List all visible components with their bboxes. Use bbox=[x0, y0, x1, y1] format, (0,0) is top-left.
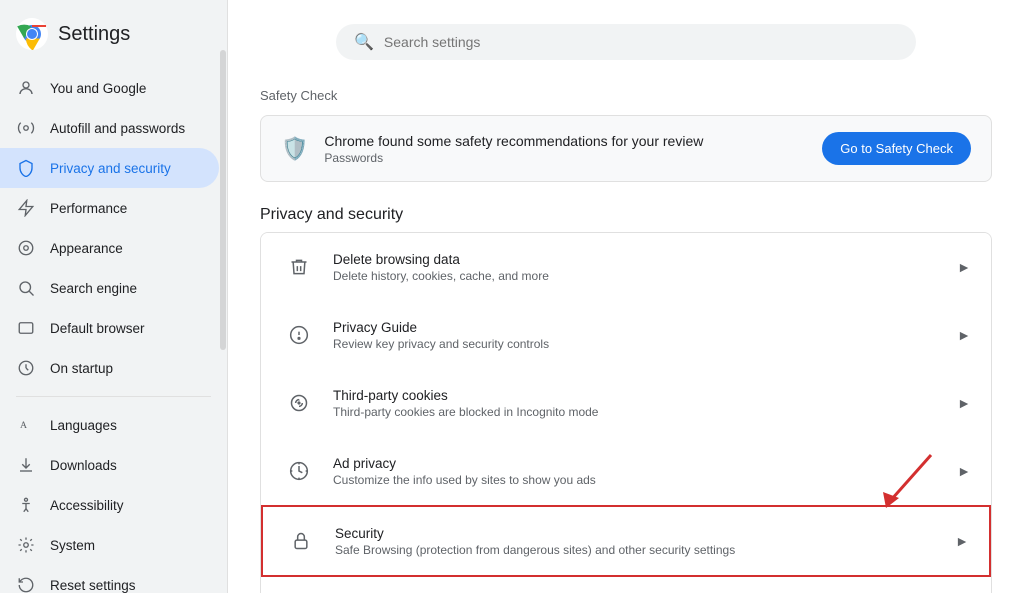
sidebar-label-default-browser: Default browser bbox=[50, 321, 145, 336]
row-text-ad-privacy: Ad privacy Customize the info used by sit… bbox=[333, 456, 949, 487]
app-title: Settings bbox=[58, 23, 130, 46]
sidebar-item-languages[interactable]: A Languages bbox=[0, 405, 219, 445]
row-icon-privacy-guide bbox=[281, 317, 317, 353]
sidebar-divider bbox=[16, 396, 211, 397]
settings-row-security[interactable]: Security Safe Browsing (protection from d… bbox=[261, 505, 991, 577]
sidebar-label-you-and-google: You and Google bbox=[50, 81, 146, 96]
settings-row-wrap-site-settings: Site settingsControls what information s… bbox=[261, 577, 991, 593]
sidebar-item-privacy[interactable]: Privacy and security bbox=[0, 148, 219, 188]
sidebar-icon-languages: A bbox=[16, 415, 36, 435]
sidebar-label-privacy: Privacy and security bbox=[50, 161, 171, 176]
row-desc-privacy-guide: Review key privacy and security controls bbox=[333, 337, 949, 351]
sidebar-icon-downloads bbox=[16, 455, 36, 475]
sidebar-items-container: You and Google Autofill and passwords Priv… bbox=[0, 68, 227, 593]
sidebar-label-languages: Languages bbox=[50, 418, 117, 433]
row-title-third-party-cookies: Third-party cookies bbox=[333, 388, 949, 403]
sidebar-icon-reset-settings bbox=[16, 575, 36, 593]
row-text-delete-browsing-data: Delete browsing data Delete history, cook… bbox=[333, 252, 949, 283]
main-content: 🔍 Safety Check 🛡️ Chrome found some safe… bbox=[228, 0, 1024, 593]
safety-check-label: Safety Check bbox=[260, 88, 992, 103]
sidebar-item-autofill[interactable]: Autofill and passwords bbox=[0, 108, 219, 148]
sidebar-label-reset-settings: Reset settings bbox=[50, 578, 136, 593]
row-desc-third-party-cookies: Third-party cookies are blocked in Incog… bbox=[333, 405, 949, 419]
sidebar-item-system[interactable]: System bbox=[0, 525, 219, 565]
row-title-privacy-guide: Privacy Guide bbox=[333, 320, 949, 335]
settings-row-privacy-guide[interactable]: Privacy Guide Review key privacy and secu… bbox=[261, 301, 991, 369]
sidebar-item-reset-settings[interactable]: Reset settings bbox=[0, 565, 219, 593]
sidebar-label-appearance: Appearance bbox=[50, 241, 123, 256]
scrollbar[interactable] bbox=[220, 50, 226, 350]
search-bar-container: 🔍 bbox=[260, 24, 992, 60]
sidebar-icon-performance bbox=[16, 198, 36, 218]
row-text-third-party-cookies: Third-party cookies Third-party cookies a… bbox=[333, 388, 949, 419]
row-chevron-delete-browsing-data: ► bbox=[957, 259, 971, 275]
settings-row-wrap-privacy-guide: Privacy Guide Review key privacy and secu… bbox=[261, 301, 991, 369]
row-text-security: Security Safe Browsing (protection from d… bbox=[335, 526, 947, 557]
safety-check-card: 🛡️ Chrome found some safety recommendati… bbox=[260, 115, 992, 182]
sidebar-header: Settings bbox=[0, 8, 227, 68]
settings-row-wrap-delete-browsing-data: Delete browsing data Delete history, cook… bbox=[261, 233, 991, 301]
row-chevron-ad-privacy: ► bbox=[957, 463, 971, 479]
row-icon-security bbox=[283, 523, 319, 559]
sidebar-item-accessibility[interactable]: Accessibility bbox=[0, 485, 219, 525]
sidebar-item-performance[interactable]: Performance bbox=[0, 188, 219, 228]
settings-row-wrap-third-party-cookies: Third-party cookies Third-party cookies a… bbox=[261, 369, 991, 437]
row-desc-security: Safe Browsing (protection from dangerous… bbox=[335, 543, 947, 557]
row-chevron-security: ► bbox=[955, 533, 969, 549]
sidebar-label-on-startup: On startup bbox=[50, 361, 113, 376]
sidebar-item-on-startup[interactable]: On startup bbox=[0, 348, 219, 388]
sidebar-icon-on-startup bbox=[16, 358, 36, 378]
sidebar-item-appearance[interactable]: Appearance bbox=[0, 228, 219, 268]
row-title-security: Security bbox=[335, 526, 947, 541]
search-icon: 🔍 bbox=[354, 32, 374, 52]
sidebar: Settings You and Google Autofill and pass… bbox=[0, 0, 228, 593]
sidebar-nav: Settings You and Google Autofill and pass… bbox=[0, 0, 228, 593]
sidebar-icon-privacy bbox=[16, 158, 36, 178]
search-input[interactable] bbox=[384, 34, 898, 50]
row-icon-delete-browsing-data bbox=[281, 249, 317, 285]
settings-row-wrap-ad-privacy: Ad privacy Customize the info used by sit… bbox=[261, 437, 991, 505]
settings-row-wrap-security: Security Safe Browsing (protection from d… bbox=[261, 505, 991, 577]
privacy-section-title: Privacy and security bbox=[260, 206, 992, 224]
sidebar-label-performance: Performance bbox=[50, 201, 127, 216]
settings-row-delete-browsing-data[interactable]: Delete browsing data Delete history, cook… bbox=[261, 233, 991, 301]
settings-row-third-party-cookies[interactable]: Third-party cookies Third-party cookies a… bbox=[261, 369, 991, 437]
chrome-logo-icon bbox=[16, 18, 48, 50]
search-bar: 🔍 bbox=[336, 24, 916, 60]
sidebar-item-search-engine[interactable]: Search engine bbox=[0, 268, 219, 308]
settings-row-site-settings[interactable]: Site settingsControls what information s… bbox=[261, 577, 991, 593]
safety-check-text: Chrome found some safety recommendations… bbox=[324, 133, 806, 165]
privacy-settings-list: Delete browsing data Delete history, cook… bbox=[260, 232, 992, 593]
row-title-ad-privacy: Ad privacy bbox=[333, 456, 949, 471]
row-title-delete-browsing-data: Delete browsing data bbox=[333, 252, 949, 267]
row-desc-delete-browsing-data: Delete history, cookies, cache, and more bbox=[333, 269, 949, 283]
sidebar-icon-accessibility bbox=[16, 495, 36, 515]
safety-check-title: Chrome found some safety recommendations… bbox=[324, 133, 806, 149]
settings-row-ad-privacy[interactable]: Ad privacy Customize the info used by sit… bbox=[261, 437, 991, 505]
safety-shield-icon: 🛡️ bbox=[281, 136, 308, 162]
sidebar-item-downloads[interactable]: Downloads bbox=[0, 445, 219, 485]
sidebar-label-autofill: Autofill and passwords bbox=[50, 121, 185, 136]
row-icon-ad-privacy bbox=[281, 453, 317, 489]
sidebar-item-you-and-google[interactable]: You and Google bbox=[0, 68, 219, 108]
row-desc-ad-privacy: Customize the info used by sites to show… bbox=[333, 473, 949, 487]
sidebar-label-search-engine: Search engine bbox=[50, 281, 137, 296]
svg-text:A: A bbox=[20, 420, 27, 431]
sidebar-icon-appearance bbox=[16, 238, 36, 258]
row-chevron-third-party-cookies: ► bbox=[957, 395, 971, 411]
row-chevron-privacy-guide: ► bbox=[957, 327, 971, 343]
safety-check-button[interactable]: Go to Safety Check bbox=[822, 132, 971, 165]
sidebar-label-accessibility: Accessibility bbox=[50, 498, 124, 513]
safety-check-subtitle: Passwords bbox=[324, 151, 806, 165]
sidebar-label-system: System bbox=[50, 538, 95, 553]
sidebar-label-downloads: Downloads bbox=[50, 458, 117, 473]
sidebar-icon-autofill bbox=[16, 118, 36, 138]
row-icon-third-party-cookies bbox=[281, 385, 317, 421]
sidebar-icon-default-browser bbox=[16, 318, 36, 338]
sidebar-icon-system bbox=[16, 535, 36, 555]
row-text-privacy-guide: Privacy Guide Review key privacy and secu… bbox=[333, 320, 949, 351]
sidebar-item-default-browser[interactable]: Default browser bbox=[0, 308, 219, 348]
sidebar-icon-you-and-google bbox=[16, 78, 36, 98]
sidebar-icon-search-engine bbox=[16, 278, 36, 298]
